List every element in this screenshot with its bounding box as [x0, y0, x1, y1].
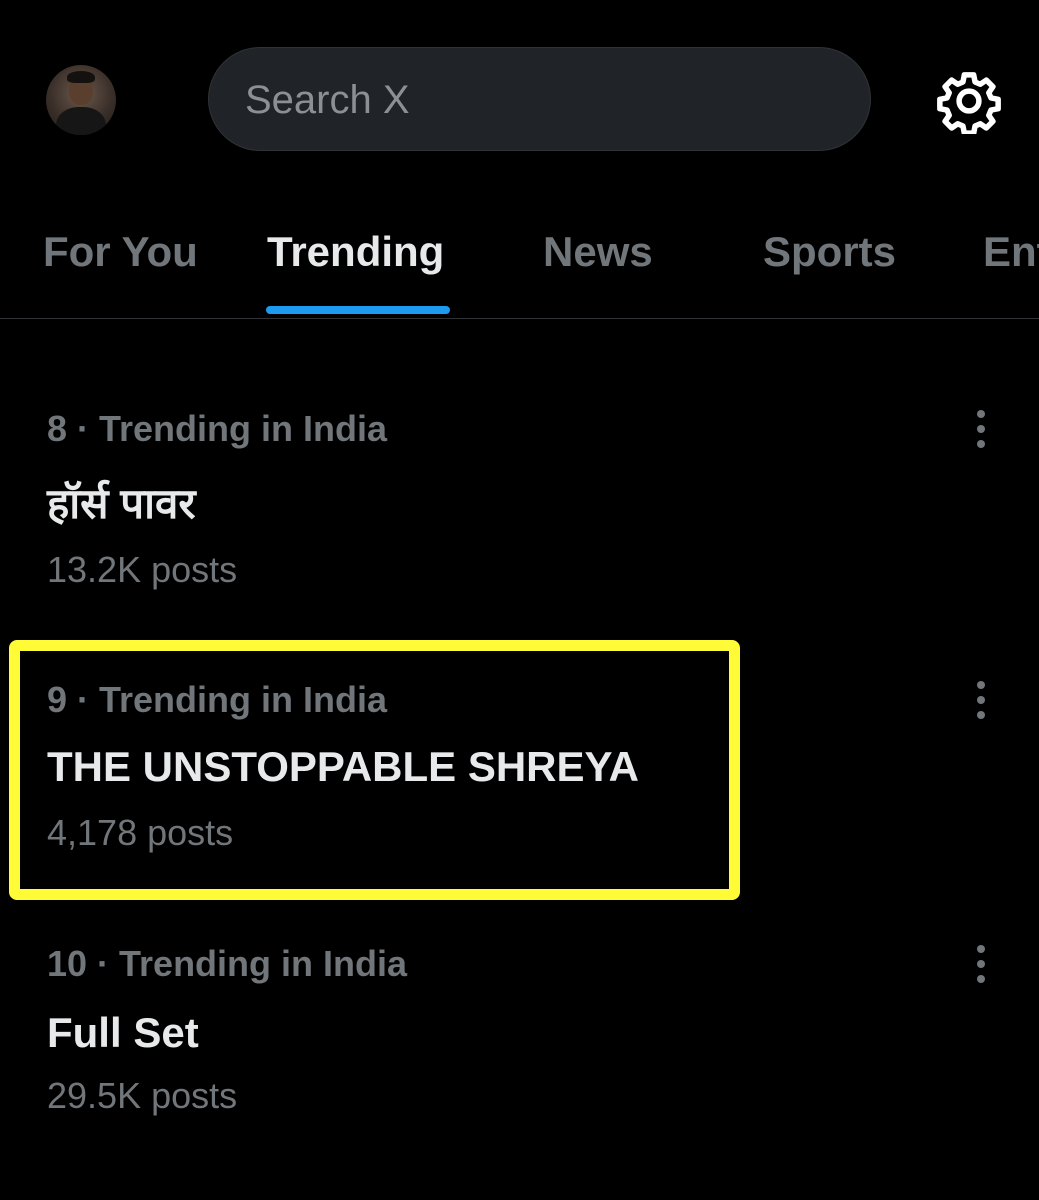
trend-name: THE UNSTOPPABLE SHREYA: [47, 743, 639, 790]
trend-post-count: 4,178 posts: [47, 812, 234, 853]
trend-meta: 8 · Trending in India: [47, 408, 388, 449]
trend-meta: 9 · Trending in India: [47, 679, 388, 720]
tab-sports[interactable]: Sports: [763, 228, 896, 276]
trend-post-count: 13.2K posts: [47, 549, 238, 590]
avatar-hair: [67, 71, 95, 83]
more-options-icon[interactable]: [966, 943, 996, 987]
search-input[interactable]: [243, 48, 847, 152]
trend-post-count: 29.5K posts: [47, 1075, 238, 1116]
active-tab-indicator: [266, 306, 450, 314]
avatar-body: [56, 107, 106, 135]
explore-tabs: For You Trending News Sports Ent: [0, 200, 1039, 319]
tab-trending[interactable]: Trending: [267, 228, 444, 276]
avatar[interactable]: [46, 65, 116, 135]
trend-name: Full Set: [47, 1009, 199, 1056]
gear-icon[interactable]: [936, 68, 1002, 134]
more-options-icon[interactable]: [966, 679, 996, 723]
trend-name: हॉर्स पावर: [47, 480, 196, 527]
more-options-icon[interactable]: [966, 408, 996, 452]
tab-news[interactable]: News: [543, 228, 653, 276]
search-bar[interactable]: [208, 47, 871, 152]
tab-entertainment[interactable]: Ent: [983, 228, 1039, 276]
trend-meta: 10 · Trending in India: [47, 943, 408, 984]
tab-for-you[interactable]: For You: [43, 228, 198, 276]
